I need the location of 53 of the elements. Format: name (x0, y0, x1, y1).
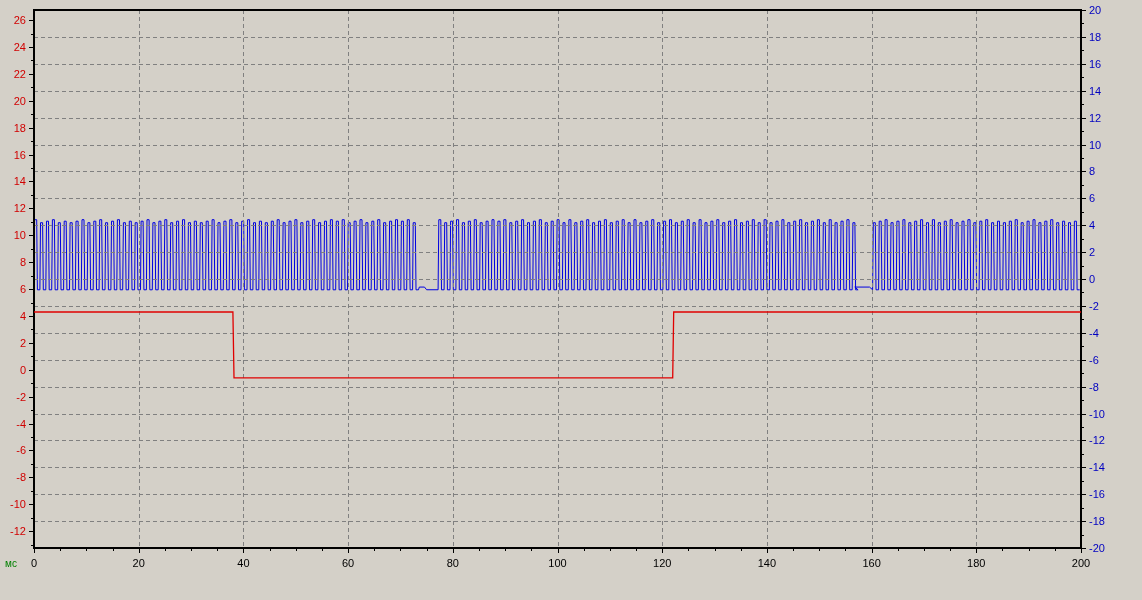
y-axis-label: 18 (1089, 30, 1102, 43)
y-axis-label: 8 (19, 256, 26, 269)
y-axis-label: -4 (16, 417, 26, 430)
y-axis-label: 18 (13, 121, 26, 134)
y-axis-label: -12 (1089, 434, 1105, 447)
y-axis-label: 24 (13, 41, 26, 53)
y-axis-label: 20 (13, 94, 26, 107)
y-axis-label: -8 (16, 471, 26, 484)
y-axis-label: 4 (1089, 219, 1096, 232)
y-axis-label: -6 (16, 444, 26, 457)
y-axis-label: -10 (10, 498, 26, 511)
y-axis-label: 10 (1089, 138, 1102, 151)
y-axis-label: -2 (16, 390, 26, 403)
y-axis-label: 6 (1089, 192, 1096, 205)
y-axis-label: 10 (13, 229, 26, 242)
x-axis-label: 160 (862, 557, 881, 569)
y-axis-label: 16 (13, 148, 26, 161)
y-axis-label: -12 (10, 525, 26, 538)
y-axis-label: 14 (13, 175, 26, 188)
x-axis-label: 20 (132, 557, 145, 569)
x-axis-label: 100 (548, 557, 567, 569)
y-axis-label: -20 (1089, 542, 1105, 554)
y-axis-label: 14 (1089, 84, 1102, 97)
x-axis-label: 140 (757, 557, 777, 569)
y-axis-label: -8 (1089, 380, 1099, 393)
y-axis-label: 0 (1089, 273, 1096, 285)
x-axis-label: 80 (446, 557, 459, 569)
x-axis-label: 0 (30, 557, 38, 569)
y-axis-label: -16 (1089, 488, 1105, 501)
y-axis-label: 8 (1089, 165, 1096, 178)
y-axis-label: -18 (1089, 515, 1105, 528)
y-axis-label: -6 (1089, 353, 1099, 366)
x-axis-label: 60 (342, 557, 355, 569)
y-axis-label: -4 (1089, 326, 1099, 339)
x-axis-label: 180 (967, 557, 986, 569)
unit-label: мс (5, 558, 17, 569)
y-axis-label: -10 (1089, 407, 1105, 420)
y-axis-label: -2 (1089, 299, 1099, 312)
y-axis-label: 12 (13, 202, 26, 215)
y-axis-label: 2 (1089, 246, 1096, 259)
y-axis-label: 6 (19, 283, 26, 296)
y-axis-label: 12 (1089, 111, 1102, 124)
y-axis-label: 26 (13, 14, 26, 27)
x-axis-label: 40 (237, 557, 250, 569)
x-axis-label: 200 (1071, 557, 1091, 569)
y-axis-label: 20 (1089, 4, 1102, 16)
y-axis-label: 22 (13, 67, 26, 80)
y-axis-label: 4 (19, 310, 26, 322)
y-axis-label: -14 (1089, 461, 1105, 474)
y-axis-label: 0 (19, 363, 26, 376)
x-axis-label: 120 (653, 557, 672, 569)
y-axis-label: 2 (19, 336, 26, 349)
y-axis-label: 16 (1089, 57, 1102, 70)
